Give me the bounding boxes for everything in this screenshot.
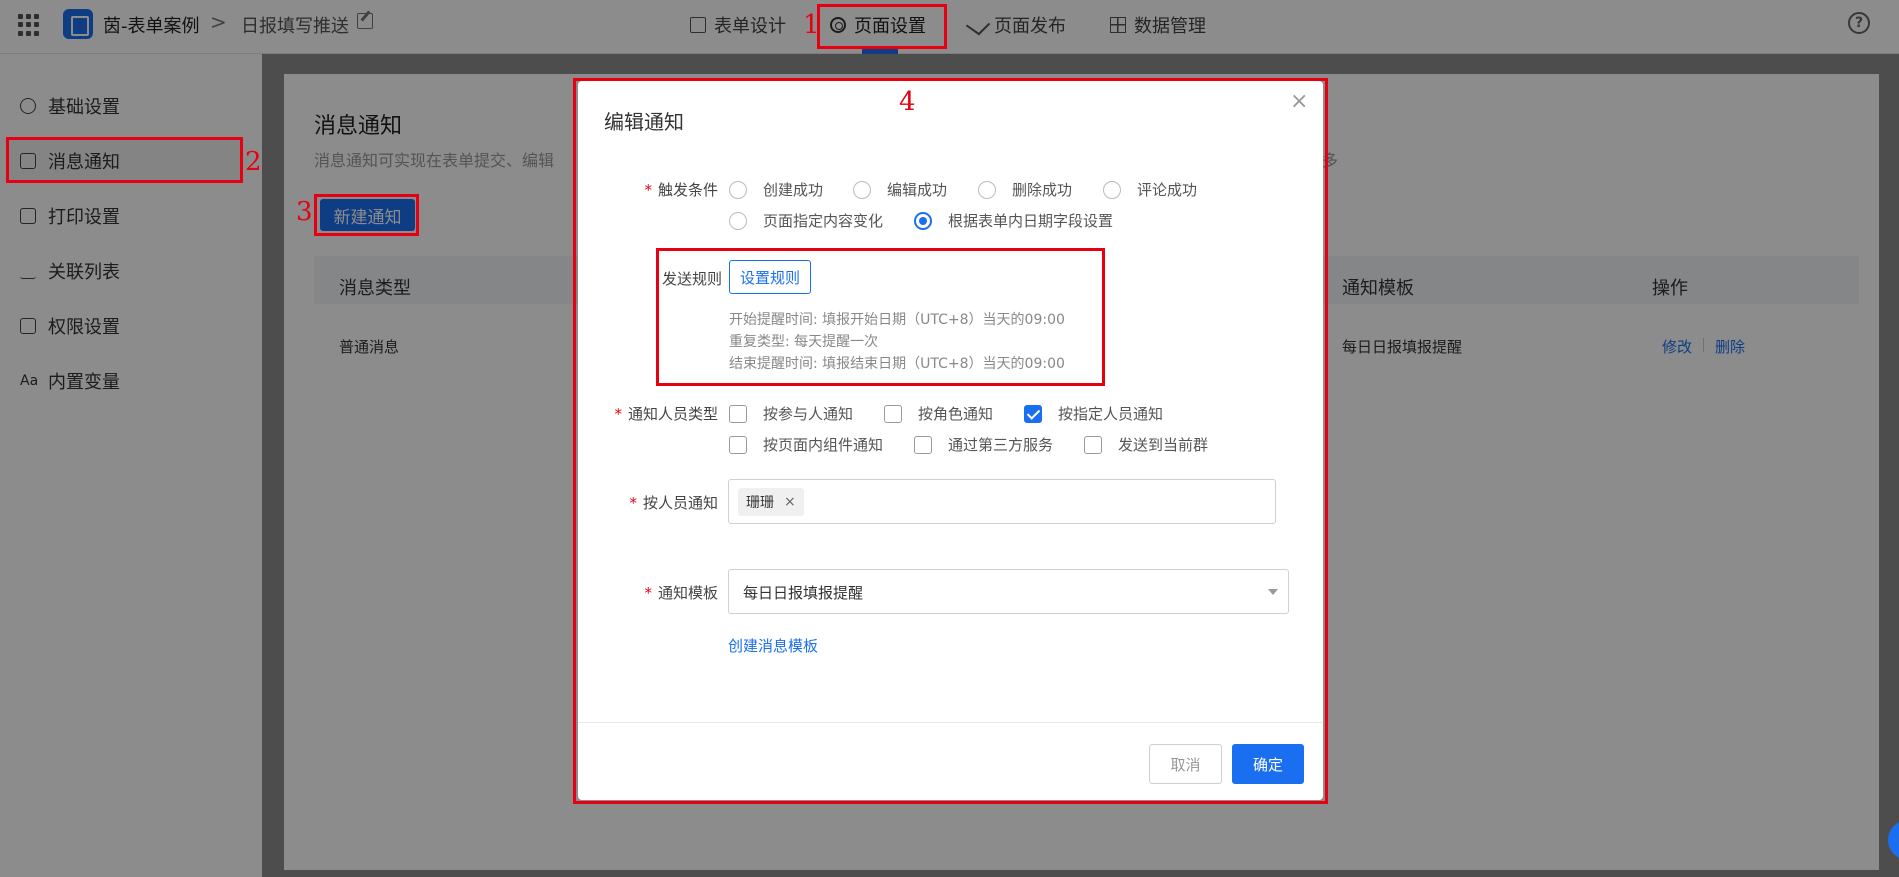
annotation-number-2: 2	[245, 147, 262, 177]
annotation-box-send-rule	[656, 248, 1105, 386]
annotation-number-4: 4	[899, 87, 916, 117]
annotation-number-1: 1	[803, 10, 820, 40]
annotation-box-new-button	[314, 194, 419, 236]
annotation-box-page-settings	[817, 4, 947, 49]
annotation-box-notifications	[6, 137, 243, 183]
annotation-number-3: 3	[296, 197, 313, 227]
annotation-box-dialog	[573, 78, 1328, 804]
